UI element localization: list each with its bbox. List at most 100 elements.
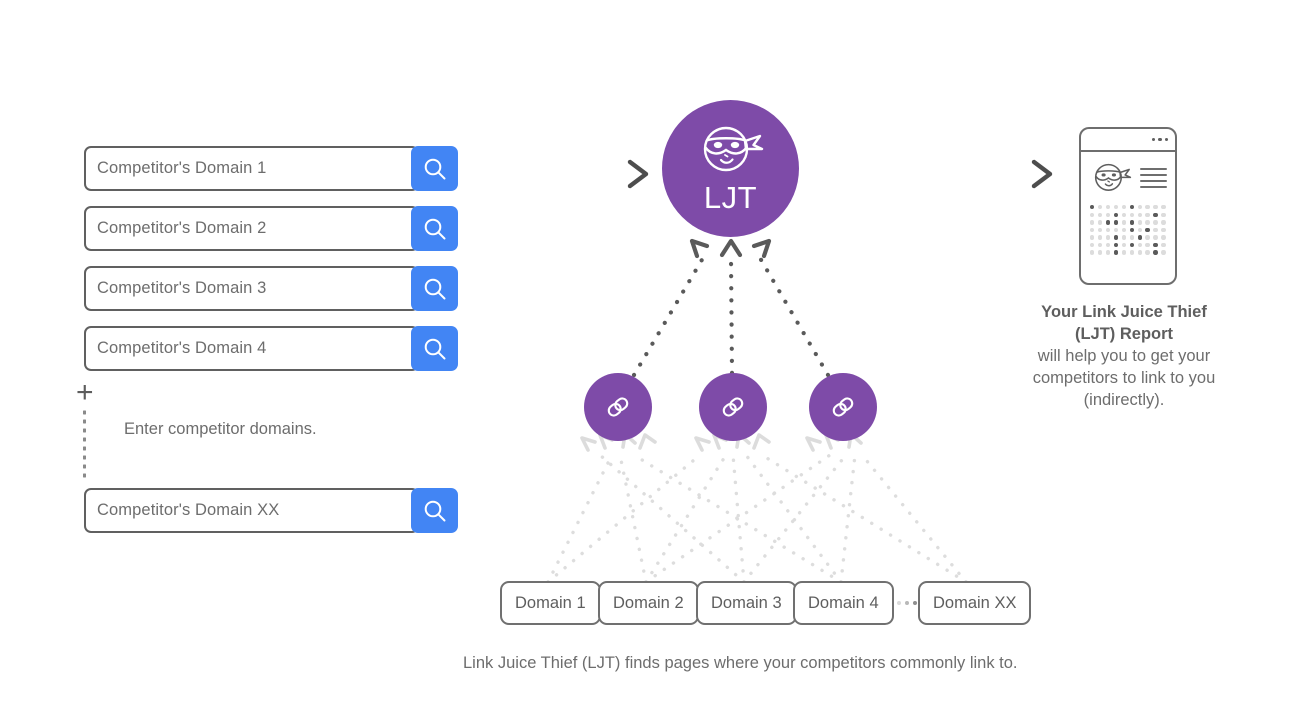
domain-box-label: Domain XX — [933, 593, 1017, 612]
matrix-dot — [1161, 242, 1166, 248]
domain-box-3[interactable]: Domain 3 — [696, 581, 797, 625]
matrix-dot — [1121, 205, 1127, 210]
competitor-input-row-2[interactable]: Competitor's Domain 2 — [84, 206, 458, 251]
diagram-canvas: Competitor's Domain 1 Competitor's Domai… — [0, 0, 1289, 714]
competitor-input-row-4[interactable]: Competitor's Domain 4 — [84, 326, 458, 371]
matrix-dot — [1129, 205, 1134, 210]
arrow-hub-to-report — [819, 159, 1053, 189]
chain-link-icon — [832, 397, 854, 417]
matrix-dot — [1145, 220, 1150, 225]
search-button[interactable] — [411, 146, 458, 191]
matrix-dot — [1113, 227, 1119, 233]
search-input[interactable]: Competitor's Domain 2 — [84, 206, 419, 251]
search-input[interactable]: Competitor's Domain 1 — [84, 146, 419, 191]
matrix-dot — [1113, 250, 1119, 255]
matrix-dot — [1137, 235, 1142, 240]
matrix-dot — [1153, 250, 1158, 255]
competitor-input-row-1[interactable]: Competitor's Domain 1 — [84, 146, 458, 191]
domain-box-label: Domain 2 — [613, 593, 684, 612]
search-button[interactable] — [411, 206, 458, 251]
report-text-lines — [1140, 167, 1167, 189]
report-titlebar — [1081, 129, 1175, 152]
domain-box-2[interactable]: Domain 2 — [598, 581, 699, 625]
domain-box-1[interactable]: Domain 1 — [500, 581, 601, 625]
matrix-dot — [1145, 227, 1150, 233]
competitor-input-row-3[interactable]: Competitor's Domain 3 — [84, 266, 458, 311]
domain-box-label: Domain 3 — [711, 593, 782, 612]
matrix-dot — [1121, 242, 1127, 248]
search-button[interactable] — [411, 326, 458, 371]
competitor-input-row-xx[interactable]: Competitor's Domain XX — [84, 488, 458, 533]
matrix-dot — [1137, 250, 1142, 255]
search-input-value: Competitor's Domain 2 — [97, 219, 267, 237]
matrix-dot — [1105, 235, 1111, 240]
chain-link-icon — [607, 397, 629, 417]
matrix-dot — [1113, 242, 1119, 248]
link-node-3[interactable] — [809, 373, 877, 441]
matrix-dot — [1121, 212, 1127, 217]
matrix-dot — [1129, 212, 1134, 217]
matrix-dot — [1129, 227, 1134, 233]
ninja-icon — [1094, 163, 1132, 191]
search-input-value: Competitor's Domain 4 — [97, 339, 267, 357]
search-input[interactable]: Competitor's Domain XX — [84, 488, 419, 533]
matrix-dot — [1097, 212, 1103, 217]
ninja-icon — [703, 126, 763, 171]
domain-box-4[interactable]: Domain 4 — [793, 581, 894, 625]
domain-box-xx[interactable]: Domain XX — [918, 581, 1032, 625]
matrix-dot — [1090, 227, 1095, 233]
matrix-dot — [1153, 212, 1158, 217]
matrix-dot — [1153, 242, 1158, 248]
report-card[interactable] — [1079, 127, 1177, 285]
link-to-hub-edges — [631, 255, 831, 378]
search-input-value: Competitor's Domain XX — [97, 501, 280, 519]
link-node-2[interactable] — [699, 373, 767, 441]
add-competitor-button[interactable]: + — [76, 378, 94, 408]
matrix-dot — [1105, 242, 1111, 248]
add-connector-dotted-line — [83, 408, 86, 478]
matrix-dot — [1097, 235, 1103, 240]
matrix-dot — [1090, 235, 1095, 240]
search-input[interactable]: Competitor's Domain 4 — [84, 326, 419, 371]
matrix-dot — [1121, 235, 1127, 240]
matrix-dot — [1161, 235, 1166, 240]
search-icon — [424, 500, 445, 521]
titlebar-dot — [1164, 137, 1168, 142]
matrix-dot — [1145, 235, 1150, 240]
report-title-line-1: Your Link Juice Thief — [1041, 303, 1207, 321]
matrix-dot — [1129, 220, 1134, 225]
search-input[interactable]: Competitor's Domain 3 — [84, 266, 419, 311]
matrix-dot — [1097, 220, 1103, 225]
ljt-hub-node[interactable]: LJT — [662, 100, 799, 237]
link-node-1[interactable] — [584, 373, 652, 441]
matrix-dot — [1113, 205, 1119, 210]
domain-box-label: Domain 1 — [515, 593, 586, 612]
search-button[interactable] — [411, 266, 458, 311]
matrix-dot — [1137, 227, 1142, 233]
search-input-value: Competitor's Domain 1 — [97, 159, 267, 177]
matrix-dot — [1113, 235, 1119, 240]
matrix-dot — [1153, 205, 1158, 210]
matrix-dot — [1161, 250, 1166, 255]
matrix-dot — [1090, 205, 1095, 210]
matrix-dot — [1097, 227, 1103, 233]
matrix-dot — [1090, 242, 1095, 248]
report-dot-matrix — [1089, 205, 1167, 255]
matrix-dot — [1090, 220, 1095, 225]
chain-link-icon — [722, 397, 744, 417]
domain-box-label: Domain 4 — [808, 593, 879, 612]
domain-ellipsis — [897, 601, 917, 605]
matrix-dot — [1090, 250, 1095, 255]
ljt-hub-label: LJT — [703, 179, 758, 215]
matrix-dot — [1121, 250, 1127, 255]
matrix-dot — [1121, 220, 1127, 225]
report-body — [1081, 152, 1175, 255]
search-button[interactable] — [411, 488, 458, 533]
titlebar-dot — [1151, 137, 1156, 142]
search-icon — [424, 218, 445, 239]
matrix-dot — [1161, 227, 1166, 233]
link-to-hub-arrowheads — [689, 238, 772, 259]
matrix-dot — [1105, 220, 1111, 225]
matrix-dot — [1121, 227, 1127, 233]
report-caption: Your Link Juice Thief (LJT) Report will … — [999, 302, 1249, 412]
